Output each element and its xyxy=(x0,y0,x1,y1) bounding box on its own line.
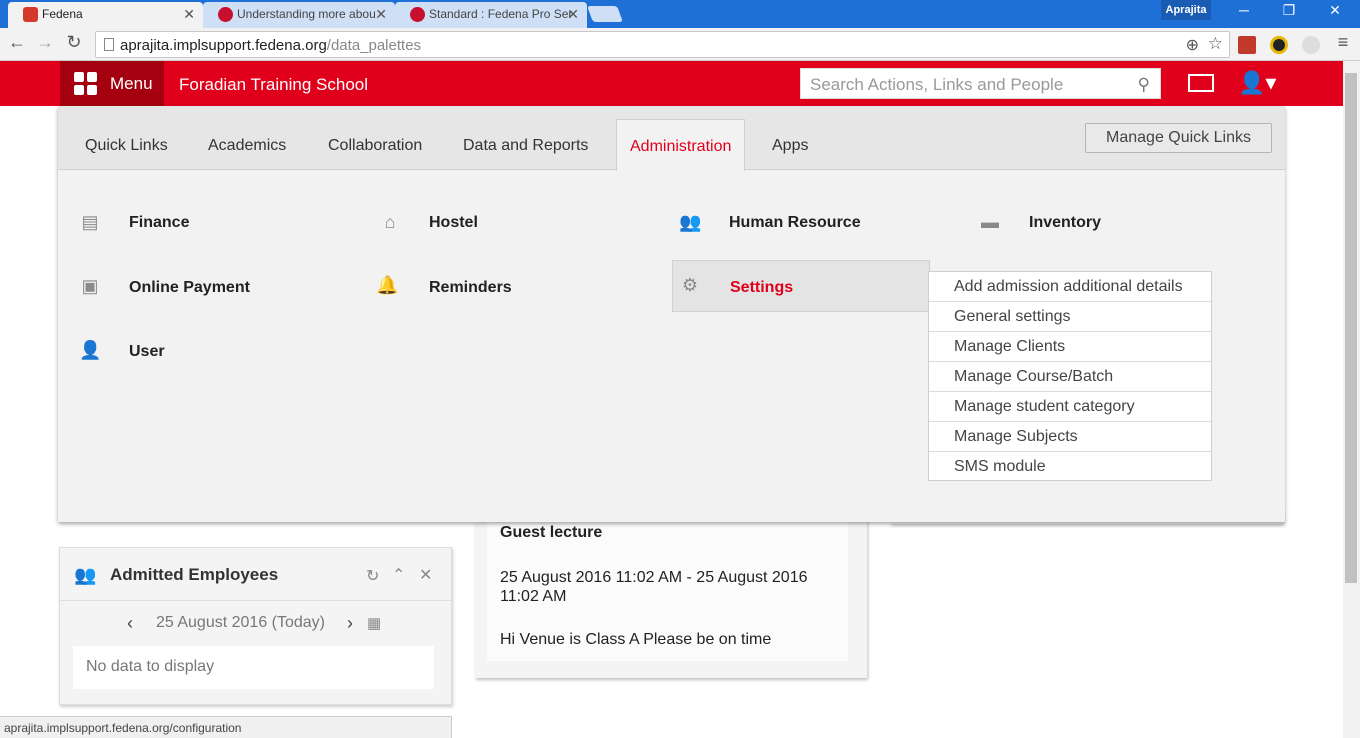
search-placeholder: Search Actions, Links and People xyxy=(810,75,1064,94)
chrome-menu-icon[interactable]: ≡ xyxy=(1331,32,1355,53)
browser-tab-strip: Fedena ✕ Understanding more abou ✕ Stand… xyxy=(0,0,1360,28)
close-icon[interactable]: ✕ xyxy=(419,565,432,585)
grid-icon xyxy=(74,72,98,96)
zoom-icon[interactable]: ⊕ xyxy=(1186,35,1199,55)
tab-administration[interactable]: Administration xyxy=(616,119,746,171)
tab-academics[interactable]: Academics xyxy=(208,137,286,155)
event-time: 25 August 2016 11:02 AM - 25 August 2016… xyxy=(500,569,808,605)
bell-icon: 🔔 xyxy=(376,275,399,295)
menu-panel: Quick Links Academics Collaboration Data… xyxy=(58,106,1285,522)
widget-title: Admitted Employees xyxy=(110,565,279,584)
user-menu-icon[interactable]: 👤▾ xyxy=(1238,70,1276,96)
user-icon: 👤 xyxy=(79,340,102,360)
app-header: Menu Foradian Training School Search Act… xyxy=(0,61,1360,106)
event-description: Hi Venue is Class A Please be on time xyxy=(500,631,772,648)
fedena-favicon-icon xyxy=(23,7,38,22)
module-settings-row[interactable]: ⚙ Settings xyxy=(672,260,930,312)
browser-tab-understanding[interactable]: Understanding more abou ✕ xyxy=(203,2,395,28)
page-icon xyxy=(104,38,114,51)
page-scrollbar[interactable] xyxy=(1343,61,1360,738)
back-icon[interactable]: ← xyxy=(5,32,29,53)
admitted-employees-widget: 👥 Admitted Employees ↻ ⌃ ✕ ‹ 25 August 2… xyxy=(59,547,452,705)
tab-quick-links[interactable]: Quick Links xyxy=(85,137,168,155)
extension-color-icon[interactable] xyxy=(1270,36,1288,54)
module-settings[interactable]: Settings xyxy=(730,279,793,297)
close-tab-icon[interactable]: ✕ xyxy=(375,6,387,23)
bookmark-star-icon[interactable]: ☆ xyxy=(1208,34,1223,54)
restore-icon[interactable]: ❐ xyxy=(1274,2,1304,19)
menu-label: Menu xyxy=(110,74,153,93)
url-path: /data_palettes xyxy=(326,37,422,54)
submenu-general-settings[interactable]: General settings xyxy=(929,302,1211,332)
menu-button[interactable]: Menu xyxy=(60,61,164,106)
tab-apps[interactable]: Apps xyxy=(772,137,808,155)
tab-title: Standard : Fedena Pro Ser xyxy=(429,7,573,21)
date-label: 25 August 2016 (Today) xyxy=(156,614,326,631)
url-host: aprajita.implsupport.fedena.org xyxy=(120,37,327,54)
status-bar-url: aprajita.implsupport.fedena.org/configur… xyxy=(0,716,452,738)
tab-title: Understanding more abou xyxy=(237,7,376,21)
reload-icon[interactable]: ↻ xyxy=(62,32,86,53)
close-tab-icon[interactable]: ✕ xyxy=(567,6,579,23)
employees-icon: 👥 xyxy=(74,565,97,585)
tab-collaboration[interactable]: Collaboration xyxy=(328,137,422,155)
collapse-icon[interactable]: ⌃ xyxy=(392,565,405,585)
gear-icon: ⚙ xyxy=(681,275,699,295)
extension-pdf-icon[interactable] xyxy=(1238,36,1256,54)
module-finance[interactable]: Finance xyxy=(129,214,189,232)
forward-icon[interactable]: → xyxy=(33,32,57,53)
module-reminders[interactable]: Reminders xyxy=(429,279,512,297)
submenu-add-admission-details[interactable]: Add admission additional details xyxy=(929,272,1211,302)
settings-submenu: Add admission additional details General… xyxy=(928,271,1212,481)
close-window-icon[interactable]: ✕ xyxy=(1320,2,1350,19)
event-card: Guest lecture 25 August 2016 11:02 AM - … xyxy=(487,506,848,661)
manage-quick-links-button[interactable]: Manage Quick Links xyxy=(1085,123,1272,153)
search-input[interactable]: Search Actions, Links and People ⚲ xyxy=(800,68,1161,99)
menu-tabs: Quick Links Academics Collaboration Data… xyxy=(58,106,1285,171)
module-user[interactable]: User xyxy=(129,343,165,361)
prev-date-icon[interactable]: ‹ xyxy=(127,613,133,634)
finance-icon: ▤ xyxy=(81,212,99,232)
tab-title: Fedena xyxy=(42,7,83,21)
module-hostel[interactable]: Hostel xyxy=(429,214,478,232)
event-title: Guest lecture xyxy=(500,524,603,541)
hostel-icon: ⌂ xyxy=(384,212,396,232)
module-human-resource[interactable]: Human Resource xyxy=(729,214,861,232)
profile-button[interactable]: Aprajita xyxy=(1161,0,1211,20)
tab-data-and-reports[interactable]: Data and Reports xyxy=(463,137,588,155)
submenu-manage-subjects[interactable]: Manage Subjects xyxy=(929,422,1211,452)
submenu-sms-module[interactable]: SMS module xyxy=(929,452,1211,482)
module-inventory[interactable]: Inventory xyxy=(1029,214,1101,232)
human-resource-icon: 👥 xyxy=(679,212,702,232)
submenu-manage-student-category[interactable]: Manage student category xyxy=(929,392,1211,422)
browser-tab-fedena[interactable]: Fedena ✕ xyxy=(8,2,203,28)
browser-toolbar: ← → ↻ aprajita.implsupport.fedena.org/da… xyxy=(0,28,1360,61)
address-bar[interactable]: aprajita.implsupport.fedena.org/data_pal… xyxy=(95,31,1230,58)
next-date-icon[interactable]: › xyxy=(347,613,353,634)
submenu-manage-course-batch[interactable]: Manage Course/Batch xyxy=(929,362,1211,392)
mail-icon[interactable] xyxy=(1188,74,1214,92)
widget-header: 👥 Admitted Employees ↻ ⌃ ✕ xyxy=(60,548,451,601)
event-widget: Guest lecture 25 August 2016 11:02 AM - … xyxy=(475,506,867,678)
online-payment-icon: ▣ xyxy=(81,276,99,296)
inventory-icon: ▬ xyxy=(981,212,999,232)
minimize-icon[interactable]: ─ xyxy=(1229,2,1259,18)
empty-state: No data to display xyxy=(73,646,434,689)
close-tab-icon[interactable]: ✕ xyxy=(183,6,195,23)
scrollbar-thumb[interactable] xyxy=(1345,73,1357,583)
module-online-payment[interactable]: Online Payment xyxy=(129,279,250,297)
refresh-icon[interactable]: ↻ xyxy=(366,566,379,586)
browser-tab-standard[interactable]: Standard : Fedena Pro Ser ✕ xyxy=(395,2,587,28)
fedena-favicon-icon xyxy=(218,7,233,22)
fedena-favicon-icon xyxy=(410,7,425,22)
search-icon[interactable]: ⚲ xyxy=(1138,75,1150,95)
calendar-icon[interactable]: ▦ xyxy=(367,614,381,632)
new-tab-button[interactable] xyxy=(587,6,623,22)
extension-m-icon[interactable] xyxy=(1302,36,1320,54)
submenu-manage-clients[interactable]: Manage Clients xyxy=(929,332,1211,362)
school-name[interactable]: Foradian Training School xyxy=(179,75,368,95)
